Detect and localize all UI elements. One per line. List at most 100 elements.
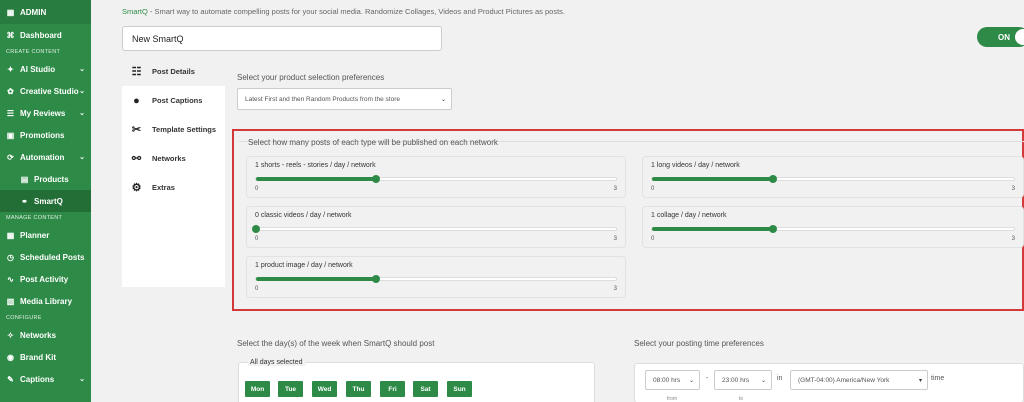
sidebar-item-automation[interactable]: ⟳ Automation ⌄ xyxy=(0,146,91,168)
sidebar-item-label: Promotions xyxy=(20,130,65,140)
section-create-content: CREATE CONTENT xyxy=(6,49,61,55)
chevron-down-icon: ▾ xyxy=(918,377,922,384)
on-off-toggle[interactable]: ON xyxy=(977,27,1024,47)
clock-icon: ◷ xyxy=(7,252,14,262)
slider-min: 0 xyxy=(255,236,259,242)
slider-min: 0 xyxy=(255,186,259,192)
automation-icon: ⟳ xyxy=(7,152,14,162)
slider-track[interactable] xyxy=(255,175,617,183)
slider-card-long-videos: 1 long videos / day / network 0 3 xyxy=(642,156,1024,198)
slider-card-collage: 1 collage / day / network 0 3 xyxy=(642,206,1024,248)
time-word: time xyxy=(931,375,945,382)
sidebar-item-captions[interactable]: ✎ Captions ⌄ xyxy=(0,368,91,390)
toggle-label: ON xyxy=(998,32,1010,42)
slider-track[interactable] xyxy=(252,225,617,233)
sidebar-item-media-library[interactable]: ▧ Media Library xyxy=(0,290,91,312)
sidebar-item-my-reviews[interactable]: ☰ My Reviews ⌄ xyxy=(0,102,91,124)
sidebar-item-ai-studio[interactable]: ✦ AI Studio ⌄ xyxy=(0,58,91,80)
sidebar-item-brand-kit[interactable]: ◉ Brand Kit xyxy=(0,346,91,368)
sidebar-item-label: AI Studio xyxy=(20,64,56,74)
network-icon: ✧ xyxy=(7,330,14,340)
sidebar-item-label: Creative Studio xyxy=(20,86,79,96)
tab-label: Networks xyxy=(152,154,186,163)
sidebar-item-networks[interactable]: ✧ Networks xyxy=(0,324,91,346)
slider-min: 0 xyxy=(255,286,259,292)
tab-post-captions[interactable]: ● Post Captions xyxy=(122,86,225,115)
table-icon: ▦ xyxy=(6,7,15,17)
sidebar-item-planner[interactable]: ▦ Planner xyxy=(0,224,91,246)
slider-track[interactable] xyxy=(651,175,1015,183)
slider-thumb[interactable] xyxy=(372,275,380,283)
sidebar-item-promotions[interactable]: ▣ Promotions xyxy=(0,124,91,146)
tab-networks[interactable]: ⚯ Networks xyxy=(122,144,225,173)
sidebar-item-label: Media Library xyxy=(20,296,73,306)
smartq-name-input[interactable] xyxy=(122,26,442,51)
day-button-tue[interactable]: Tue xyxy=(278,381,303,397)
admin-label: ADMIN xyxy=(20,7,47,17)
sparkle-icon: ✦ xyxy=(7,64,14,74)
palette-icon: ✿ xyxy=(7,86,14,96)
tag-icon: ▣ xyxy=(6,130,15,140)
tab-post-details[interactable]: ☷ Post Details xyxy=(122,57,225,86)
time-from-select[interactable]: 08:00 hrs ⌄ xyxy=(645,370,700,390)
sidebar-item-smartq[interactable]: ⚭ SmartQ xyxy=(0,190,91,212)
dashboard-icon: ⌘ xyxy=(6,30,15,40)
tab-extras[interactable]: ⚙ Extras xyxy=(122,173,225,202)
slider-thumb[interactable] xyxy=(768,225,777,233)
slider-max: 3 xyxy=(613,236,617,242)
box-icon: ▤ xyxy=(20,174,29,184)
day-button-sun[interactable]: Sun xyxy=(447,381,472,397)
sidebar-item-label: Planner xyxy=(20,230,50,240)
sidebar-item-label: Dashboard xyxy=(20,30,62,40)
day-button-thu[interactable]: Thu xyxy=(346,381,371,397)
slider-thumb[interactable] xyxy=(252,225,260,233)
chevron-down-icon: ⌄ xyxy=(79,110,85,117)
to-caption: to xyxy=(739,396,744,402)
sidebar-item-label: Brand Kit xyxy=(20,352,56,362)
tab-template-settings[interactable]: ✂ Template Settings xyxy=(122,115,225,144)
slider-track[interactable] xyxy=(255,275,617,283)
tab-label: Template Settings xyxy=(152,125,217,134)
slider-label: 0 classic videos / day / network xyxy=(255,212,352,219)
intro-text: SmartQ - Smart way to automate compellin… xyxy=(122,7,565,16)
chevron-down-icon: ⌄ xyxy=(760,377,766,384)
day-button-wed[interactable]: Wed xyxy=(312,381,337,397)
slider-max: 3 xyxy=(613,186,617,192)
product-pref-value: Latest First and then Random Products fr… xyxy=(245,95,400,103)
sidebar-item-scheduled-posts[interactable]: ◷ Scheduled Posts xyxy=(0,246,91,268)
slider-thumb[interactable] xyxy=(372,175,380,183)
toggle-knob xyxy=(1015,29,1024,45)
time-to-value: 23:00 hrs xyxy=(722,376,750,384)
tools-icon: ✂ xyxy=(131,124,142,136)
section-configure: CONFIGURE xyxy=(6,315,42,321)
slider-min: 0 xyxy=(651,186,655,192)
slider-thumb[interactable] xyxy=(768,175,777,183)
sidebar-item-label: Post Activity xyxy=(20,274,69,284)
time-from-value: 08:00 hrs xyxy=(653,376,681,384)
admin-header[interactable]: ▦ ADMIN xyxy=(0,0,91,24)
slider-fill xyxy=(256,177,376,181)
day-button-fri[interactable]: Fri xyxy=(380,381,405,397)
product-pref-select[interactable]: Latest First and then Random Products fr… xyxy=(237,88,452,110)
calendar-icon: ▦ xyxy=(6,230,15,240)
timezone-select[interactable]: (GMT-04:00) America/New York ▾ xyxy=(790,370,928,390)
sidebar-item-products[interactable]: ▤ Products xyxy=(0,168,91,190)
slider-max: 3 xyxy=(613,286,617,292)
day-button-mon[interactable]: Mon xyxy=(245,381,270,397)
speech-bubble-icon: ● xyxy=(133,94,140,107)
slider-label: 1 shorts - reels - stories / day / netwo… xyxy=(255,162,376,169)
sidebar-item-dashboard[interactable]: ⌘ Dashboard xyxy=(0,24,91,46)
sidebar-item-label: SmartQ xyxy=(34,196,63,206)
sidebar-item-creative-studio[interactable]: ✿ Creative Studio ⌄ xyxy=(0,80,91,102)
from-caption: from xyxy=(667,396,677,402)
gear-icon: ⚙ xyxy=(131,182,142,194)
slider-track[interactable] xyxy=(651,225,1015,233)
sidebar-item-post-activity[interactable]: ∿ Post Activity xyxy=(0,268,91,290)
chevron-down-icon: ⌄ xyxy=(688,377,694,384)
time-to-select[interactable]: 23:00 hrs ⌄ xyxy=(714,370,772,390)
image-icon: ▧ xyxy=(6,296,15,306)
day-button-sat[interactable]: Sat xyxy=(413,381,438,397)
tab-label: Post Details xyxy=(152,67,195,76)
brand-link[interactable]: SmartQ xyxy=(122,7,148,16)
slider-min: 0 xyxy=(651,236,655,242)
